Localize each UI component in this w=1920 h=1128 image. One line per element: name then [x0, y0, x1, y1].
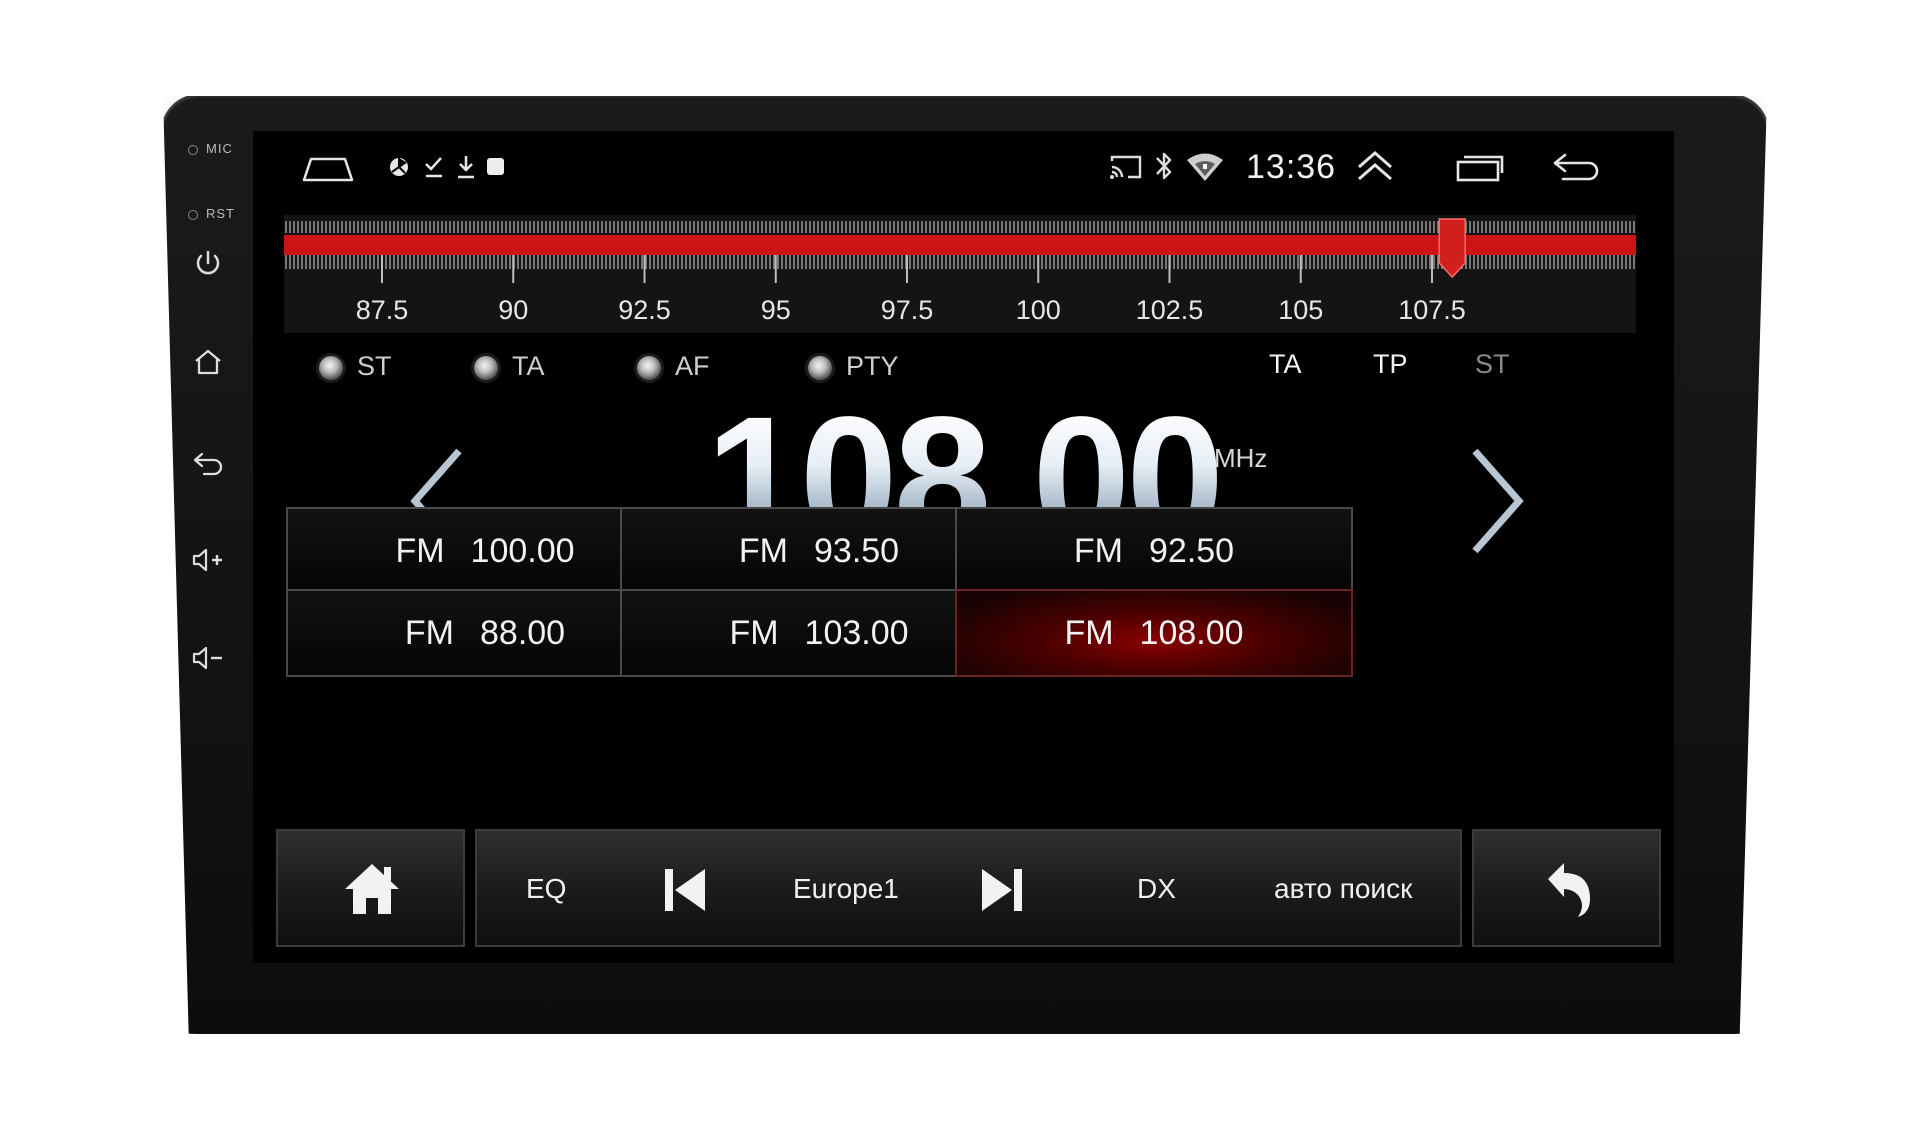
frequency-unit: MHz: [1214, 443, 1268, 473]
wifi-icon: [1187, 153, 1223, 181]
status-bar: 13:36: [253, 131, 1674, 201]
indicator-tp: TP: [1373, 349, 1408, 379]
stop-square-icon: [487, 158, 504, 175]
eq-button[interactable]: EQ: [526, 873, 566, 905]
seek-up-arrow[interactable]: [1463, 441, 1533, 561]
preset-frequency: 100.00: [470, 531, 575, 570]
auto-search-button[interactable]: авто поиск: [1274, 873, 1412, 905]
expand-up-icon[interactable]: [1355, 149, 1395, 183]
flag-pty[interactable]: PTY: [808, 351, 899, 382]
station-name: Europe1: [793, 873, 899, 904]
prev-station-icon[interactable]: [663, 867, 707, 913]
cast-icon: [1110, 155, 1142, 179]
recent-apps-icon[interactable]: [1455, 153, 1505, 183]
flag-af[interactable]: AF: [637, 351, 710, 382]
scale-tick-label: 107.5: [1398, 295, 1466, 325]
scale-tick-label: 105: [1278, 295, 1324, 325]
preset-frequency: 92.50: [1149, 531, 1235, 570]
flag-led-icon: [474, 355, 498, 380]
scale-red-bar: [284, 235, 1636, 255]
preset-frequency: 108.00: [1139, 613, 1244, 652]
dx-button[interactable]: DX: [1137, 873, 1176, 905]
scale-tick-label: 87.5: [355, 295, 409, 325]
volume-down-button[interactable]: [190, 640, 226, 676]
bluetooth-icon: [1156, 152, 1172, 180]
indicator-ta: TA: [1269, 349, 1302, 379]
scale-tick-label: 100: [1015, 295, 1061, 325]
home-button[interactable]: [276, 829, 465, 947]
tuning-pointer[interactable]: [1438, 218, 1466, 279]
preset-frequency: 103.00: [804, 613, 909, 652]
preset-band: FM: [738, 531, 788, 570]
flag-led-icon: [808, 355, 832, 380]
scale-tick-label: 95: [760, 295, 791, 325]
home-filled-icon: [345, 864, 399, 914]
side-home-button[interactable]: [190, 344, 226, 380]
back-icon: [193, 452, 223, 476]
mic-hole-icon: [188, 144, 198, 155]
indicator-st: ST: [1475, 349, 1510, 379]
scale-tick-label: 92.5: [618, 295, 671, 325]
scale-tick-label: 97.5: [880, 295, 934, 325]
preset-frequency: 93.50: [814, 531, 900, 570]
control-bar: EQ Europe1 DX авто поиск: [475, 829, 1462, 947]
preset-button[interactable]: FM 92.50: [955, 507, 1353, 595]
volume-down-icon: [192, 646, 222, 670]
mic-label: MIC: [188, 141, 233, 156]
flag-led-icon: [637, 355, 661, 380]
clock: 13:36: [1246, 148, 1337, 186]
preset-frequency: 88.00: [480, 613, 566, 652]
check-download-icon: [425, 157, 442, 178]
rst-label: RST: [188, 206, 235, 221]
power-icon: [196, 250, 220, 275]
radio-screen: 13:36 87.5 90 92.5 95 97.5 100 102.5 105 107.5 S…: [253, 131, 1674, 963]
download-icon: [458, 156, 474, 179]
power-button[interactable]: [190, 246, 226, 282]
back-arrow-icon[interactable]: [1551, 151, 1601, 183]
preset-band: FM: [395, 531, 445, 570]
home-outline-icon[interactable]: [301, 151, 355, 183]
return-button[interactable]: [1472, 829, 1661, 947]
flag-st[interactable]: ST: [319, 351, 392, 382]
reset-hole-icon: [188, 209, 198, 220]
next-station-icon[interactable]: [980, 867, 1024, 913]
volume-up-button[interactable]: [190, 542, 226, 578]
preset-button[interactable]: FM 108.00: [955, 589, 1353, 677]
return-icon: [1548, 863, 1590, 917]
frequency-scale[interactable]: 87.5 90 92.5 95 97.5 100 102.5 105 107.5: [284, 215, 1636, 333]
preset-band: FM: [404, 613, 454, 652]
pinwheel-icon: [390, 158, 408, 176]
scale-tick-label: 102.5: [1135, 295, 1204, 325]
preset-band: FM: [1064, 613, 1114, 652]
volume-up-icon: [192, 548, 222, 572]
preset-band: FM: [729, 613, 779, 652]
side-back-button[interactable]: [190, 444, 226, 480]
preset-band: FM: [1073, 531, 1123, 570]
flag-ta[interactable]: TA: [474, 351, 545, 382]
flag-led-icon: [319, 355, 343, 380]
home-icon: [195, 349, 221, 375]
scale-tick-label: 90: [498, 295, 529, 325]
